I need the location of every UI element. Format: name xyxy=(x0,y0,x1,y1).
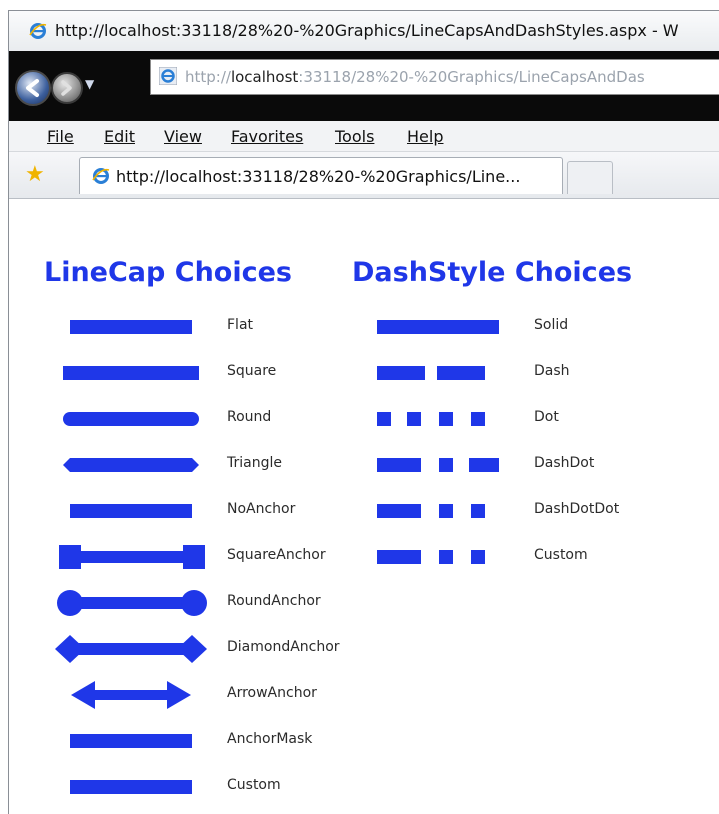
dashstyle-label-dot: Dot xyxy=(534,409,559,425)
dashstyle-sample-custom xyxy=(377,550,485,564)
menu-file-label: File xyxy=(47,127,74,146)
linecap-label-triangle: Triangle xyxy=(227,455,282,471)
dashstyle-label-dashdotdot: DashDotDot xyxy=(534,501,620,517)
linecap-sample-diamondanchor xyxy=(55,635,207,663)
linecap-heading: LineCap Choices xyxy=(44,257,292,288)
menu-file[interactable]: File xyxy=(47,127,74,146)
address-url[interactable]: http://localhost:33118/28%20-%20Graphics… xyxy=(185,68,645,86)
dashstyle-sample-dashdotdot xyxy=(377,504,485,518)
linecap-sample-squareanchor xyxy=(59,545,205,569)
back-button[interactable] xyxy=(15,70,51,106)
url-rest: :33118/28%20-%20Graphics/LineCapsAndDas xyxy=(298,68,645,86)
window-title: http://localhost:33118/28%20-%20Graphics… xyxy=(55,21,679,40)
menu-tools-label: Tools xyxy=(335,127,375,146)
linecap-label-anchormask: AnchorMask xyxy=(227,731,313,747)
dashstyle-label-dash: Dash xyxy=(534,363,570,379)
tab-title: http://localhost:33118/28%20-%20Graphics… xyxy=(116,167,521,186)
linecap-sample-arrowanchor xyxy=(71,681,191,709)
page-content: LineCap Choices DashStyle Choices Flat S… xyxy=(9,199,719,814)
tab-ie-icon xyxy=(92,168,110,184)
page-ie-icon xyxy=(159,67,177,85)
linecap-sample-flat xyxy=(70,320,192,334)
dashstyle-sample-solid xyxy=(377,320,499,334)
linecap-sample-noanchor xyxy=(70,504,192,518)
linecap-label-custom: Custom xyxy=(227,777,281,793)
title-bar: http://localhost:33118/28%20-%20Graphics… xyxy=(9,11,719,51)
forward-button[interactable] xyxy=(51,72,83,104)
menu-bar: File Edit View Favorites Tools Help xyxy=(9,121,719,152)
menu-help[interactable]: Help xyxy=(407,127,443,146)
url-prefix: http:// xyxy=(185,68,231,86)
browser-window: http://localhost:33118/28%20-%20Graphics… xyxy=(8,10,719,814)
menu-help-label: Help xyxy=(407,127,444,146)
menu-favorites[interactable]: Favorites xyxy=(231,127,303,146)
dashstyle-label-custom: Custom xyxy=(534,547,588,563)
linecap-label-squareanchor: SquareAnchor xyxy=(227,547,326,563)
tab-current-page[interactable]: http://localhost:33118/28%20-%20Graphics… xyxy=(79,157,563,194)
menu-tools[interactable]: Tools xyxy=(335,127,374,146)
new-tab-button[interactable] xyxy=(567,161,613,194)
dashstyle-label-dashdot: DashDot xyxy=(534,455,595,471)
linecap-label-square: Square xyxy=(227,363,277,379)
linecap-sample-custom xyxy=(70,780,192,794)
ie-logo-icon xyxy=(29,23,47,39)
linecap-label-arrowanchor: ArrowAnchor xyxy=(227,685,317,701)
linecap-sample-triangle xyxy=(63,458,199,472)
address-bar[interactable]: http://localhost:33118/28%20-%20Graphics… xyxy=(150,59,719,95)
favorites-star-icon[interactable]: ★ xyxy=(25,162,45,187)
menu-favorites-label: Favorites xyxy=(231,127,304,146)
menu-view-label: View xyxy=(164,127,202,146)
menu-view[interactable]: View xyxy=(164,127,202,146)
linecap-label-noanchor: NoAnchor xyxy=(227,501,296,517)
linecap-sample-round xyxy=(63,412,199,426)
dashstyle-sample-dashdot xyxy=(377,458,499,472)
linecap-label-diamondanchor: DiamondAnchor xyxy=(227,639,340,655)
linecap-sample-anchormask xyxy=(70,734,192,748)
url-host: localhost xyxy=(230,68,299,86)
linecap-label-roundanchor: RoundAnchor xyxy=(227,593,321,609)
back-arrow-icon xyxy=(26,79,39,97)
recent-pages-dropdown-icon[interactable]: ▼ xyxy=(85,77,94,91)
dashstyle-label-solid: Solid xyxy=(534,317,569,333)
linecap-label-round: Round xyxy=(227,409,272,425)
dashstyle-heading: DashStyle Choices xyxy=(352,257,633,288)
linecap-sample-roundanchor xyxy=(57,590,207,616)
navigation-bar: ▼ http://localhost:33118/28%20-%20Graphi… xyxy=(9,51,719,121)
forward-arrow-icon xyxy=(61,80,72,96)
favorites-bar: ★ http://localhost:33118/28%20-%20Graphi… xyxy=(9,152,719,199)
dashstyle-sample-dot xyxy=(377,412,485,426)
menu-edit-label: Edit xyxy=(104,127,135,146)
linecap-label-flat: Flat xyxy=(227,317,254,333)
menu-edit[interactable]: Edit xyxy=(104,127,135,146)
dashstyle-sample-dash xyxy=(377,366,485,380)
linecap-sample-square xyxy=(63,366,199,380)
